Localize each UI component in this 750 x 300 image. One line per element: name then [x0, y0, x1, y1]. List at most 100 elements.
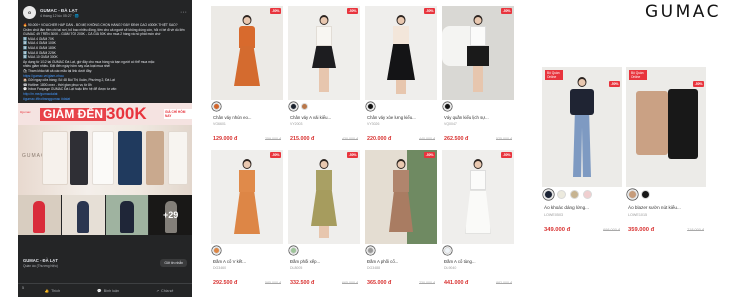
model-face [243, 17, 251, 24]
top-shape [316, 170, 332, 190]
model-face [474, 17, 482, 24]
model-face [320, 161, 328, 168]
product-image[interactable]: -50% [211, 150, 283, 244]
product-image[interactable]: -50% [442, 150, 514, 244]
product-code: VG6601 [213, 122, 226, 126]
share-button[interactable]: ↗ Chia sẻ [156, 289, 173, 293]
product-card[interactable]: Bộ Quần Online -50% Áo khoác dáng lửng..… [542, 67, 622, 237]
photo-thumbnail[interactable] [18, 195, 61, 236]
send-message-button[interactable]: Gửi tin nhắn [160, 259, 187, 267]
color-swatches [213, 247, 220, 254]
product-card[interactable]: -50% Đầm A cổ V kết... DG3460 292.500 đ … [211, 150, 283, 296]
product-card[interactable]: -50% Đầm A phối cổ... DG3488 365.000 đ 7… [365, 150, 437, 296]
product-code: DG3488 [367, 266, 381, 270]
product-price: 441.000 đ [444, 280, 469, 286]
color-swatch[interactable] [444, 103, 451, 110]
model-face [243, 161, 251, 168]
color-swatch[interactable] [641, 190, 650, 199]
color-swatch[interactable] [570, 190, 579, 199]
product-image[interactable]: Bộ Quần Online -50% [542, 67, 622, 187]
product-old-price: 259.000 đ [265, 137, 281, 141]
product-code: LOWE0503 [544, 213, 564, 217]
share-icon: ↗ [156, 288, 160, 293]
photo-thumbnail[interactable] [61, 195, 105, 236]
more-options-icon[interactable]: ··· [180, 9, 187, 16]
product-name[interactable]: Chân váy xòe lưng kiểu... [367, 115, 416, 120]
product-code: LOWE1015 [628, 213, 648, 217]
color-swatch[interactable] [301, 103, 308, 110]
product-image[interactable]: -50% [365, 6, 437, 100]
product-name[interactable]: Áo blazer sườn nút kiểu... [628, 205, 681, 210]
product-image[interactable]: Bộ Quần Online -50% [626, 67, 706, 187]
banner-headline: GIẢM ĐẾN [40, 108, 106, 122]
product-price: 215.000 đ [290, 136, 315, 142]
product-name[interactable]: Chân váy A vải kiểu... [290, 115, 331, 120]
top-shape [470, 170, 486, 190]
color-swatch[interactable] [444, 247, 451, 254]
top-shape [316, 26, 332, 46]
post-footer: GUMAC - ĐÀ LẠT Quần áo (Thương hiệu) Gửi… [18, 258, 192, 268]
color-swatch[interactable] [367, 247, 374, 254]
post-hashtags[interactable]: #gumac #thoitranggumac #dalat [23, 97, 187, 102]
product-image[interactable]: -50% [288, 6, 360, 100]
product-name[interactable]: Đầm A phối cổ... [367, 259, 398, 264]
dress-shape [119, 201, 134, 234]
color-swatch[interactable] [628, 190, 637, 199]
color-swatch[interactable] [290, 103, 297, 110]
photo-thumbnail[interactable]: +29 [149, 195, 192, 236]
color-swatch[interactable] [213, 103, 220, 110]
product-card[interactable]: Bộ Quần Online -50% Áo blazer sườn nút k… [626, 67, 706, 237]
color-swatch[interactable] [290, 247, 297, 254]
jeans-shape [573, 115, 591, 177]
color-swatch[interactable] [583, 190, 592, 199]
photo-thumbnail[interactable] [105, 195, 149, 236]
product-code: VY2003 [290, 122, 303, 126]
product-card[interactable]: -50% Chân váy nhún eo... VG6601 129.000 … [211, 6, 283, 152]
post-image-banner[interactable]: #gumac GIẢM ĐẾN 300K GIÁ CHỈ HÔM NAY GUM… [18, 103, 192, 236]
product-name[interactable]: Đầm A cổ V kết... [213, 259, 246, 264]
color-swatch[interactable] [544, 190, 553, 199]
color-swatch[interactable] [213, 247, 220, 254]
product-code: VY3026 [367, 122, 380, 126]
color-swatches [367, 103, 374, 110]
color-swatches [628, 190, 650, 199]
product-price: 359.000 đ [628, 227, 655, 233]
page-avatar[interactable]: G [23, 6, 36, 19]
top-shape [393, 170, 409, 192]
gumac-logo[interactable]: GUMAC [645, 2, 721, 22]
garment-shape [118, 131, 142, 186]
product-name[interactable]: Chân váy nhún eo... [213, 115, 251, 120]
product-name[interactable]: Đầm phối xếp... [290, 259, 320, 264]
banner-amount: 300K [106, 104, 147, 124]
product-code: DL8005 [290, 266, 303, 270]
banner-clothes-rack: GUMAC [18, 125, 192, 196]
more-photos-count[interactable]: +29 [149, 195, 192, 236]
post-headline: 🔥 90.000+ VOUCHER HẤP DẪN - BỐ MẸ KHÔNG … [23, 23, 178, 27]
product-card[interactable]: -50% Đầm phối xếp... DL8005 332.500 đ 66… [288, 150, 360, 296]
product-name[interactable]: Đầm A cổ tùng... [444, 259, 476, 264]
product-card[interactable]: -50% Chân váy xòe lưng kiểu... VY3026 22… [365, 6, 437, 152]
product-image[interactable]: -50% [442, 6, 514, 100]
top-shape [470, 26, 486, 46]
product-name[interactable]: Váy quần kiểu lịch sự... [444, 115, 489, 120]
product-card[interactable]: -50% Váy quần kiểu lịch sự... VQ0047 262… [442, 6, 514, 152]
product-old-price: 430.000 đ [342, 137, 358, 141]
comment-button[interactable]: 💬 Bình luận [97, 289, 119, 293]
product-image[interactable]: -50% [211, 6, 283, 100]
product-image[interactable]: -50% [288, 150, 360, 244]
product-image[interactable]: -50% [365, 150, 437, 244]
product-old-price: 525.000 đ [496, 137, 512, 141]
product-card[interactable]: -50% Đầm A cổ tùng... DL9040 441.000 đ 8… [442, 150, 514, 296]
top-shape [393, 26, 409, 44]
color-swatch[interactable] [557, 190, 566, 199]
discount-badge: -50% [270, 8, 281, 14]
skirt-shape [387, 44, 415, 80]
product-price: 332.500 đ [290, 280, 315, 286]
product-name[interactable]: Áo khoác dáng lửng... [544, 205, 589, 210]
product-card[interactable]: -50% Chân váy A vải kiểu... VY2003 215.0… [288, 6, 360, 152]
product-price: 262.500 đ [444, 136, 469, 142]
model-face [397, 17, 405, 24]
like-button[interactable]: 👍 Thích [45, 289, 60, 293]
page-name[interactable]: GUMAC - ĐÀ LẠT [40, 8, 79, 13]
color-swatch[interactable] [367, 103, 374, 110]
